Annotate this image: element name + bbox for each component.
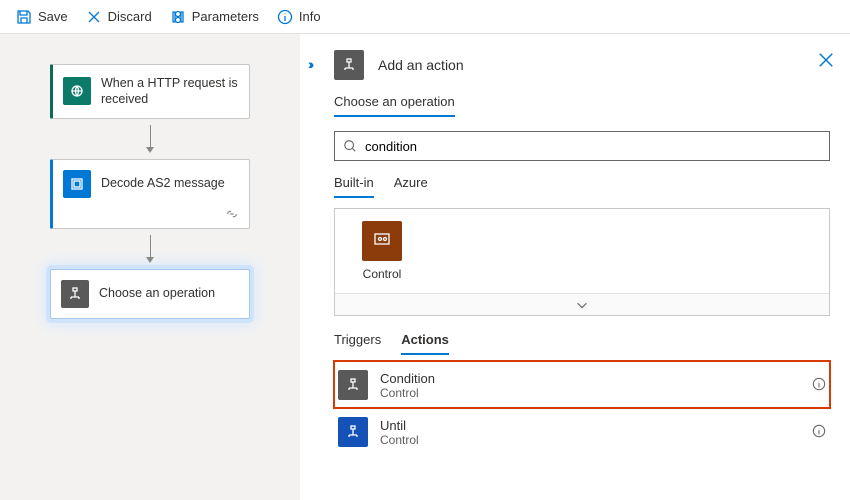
save-icon <box>16 9 32 25</box>
info-icon <box>277 9 293 25</box>
panel-icon <box>334 50 364 80</box>
placeholder-node-choose-operation[interactable]: Choose an operation <box>50 269 250 319</box>
collapse-panel-button[interactable]: ›› <box>308 56 311 72</box>
node-label: When a HTTP request is received <box>101 75 239 108</box>
node-label: Decode AS2 message <box>101 175 225 191</box>
as2-icon <box>63 170 91 198</box>
save-label: Save <box>38 9 68 24</box>
chevron-down-icon <box>575 298 589 312</box>
node-label: Choose an operation <box>99 285 215 301</box>
discard-button[interactable]: Discard <box>78 5 160 29</box>
close-icon <box>816 50 836 70</box>
action-subtitle: Control <box>380 386 435 400</box>
action-info-button[interactable] <box>812 424 826 441</box>
action-node-decode-as2[interactable]: Decode AS2 message <box>50 159 250 229</box>
info-icon <box>812 377 826 391</box>
http-icon <box>63 77 91 105</box>
tab-triggers[interactable]: Triggers <box>334 332 381 355</box>
connector-control[interactable]: Control <box>347 221 417 281</box>
control-icon <box>362 221 402 261</box>
action-subtitle: Control <box>380 433 419 447</box>
action-title: Condition <box>380 371 435 386</box>
designer-canvas[interactable]: When a HTTP request is received Decode A… <box>0 34 300 500</box>
search-box[interactable] <box>334 131 830 161</box>
search-input[interactable] <box>365 139 821 154</box>
panel-title: Add an action <box>378 57 464 73</box>
info-button[interactable]: Info <box>269 5 329 29</box>
tab-actions[interactable]: Actions <box>401 332 449 355</box>
discard-label: Discard <box>108 9 152 24</box>
connector-label: Control <box>347 267 417 281</box>
action-item-until[interactable]: Until Control <box>334 408 830 455</box>
toolbar: Save Discard Parameters Info <box>0 0 850 34</box>
tab-azure[interactable]: Azure <box>394 175 428 198</box>
tab-builtin[interactable]: Built-in <box>334 175 374 198</box>
action-info-button[interactable] <box>812 377 826 394</box>
link-icon <box>53 208 249 224</box>
connector-category-tabs: Built-in Azure <box>334 175 830 198</box>
save-button[interactable]: Save <box>8 5 76 29</box>
parameters-icon <box>170 9 186 25</box>
parameters-button[interactable]: Parameters <box>162 5 267 29</box>
operation-icon <box>61 280 89 308</box>
info-icon <box>812 424 826 438</box>
trigger-node-http-request[interactable]: When a HTTP request is received <box>50 64 250 119</box>
expand-connectors-button[interactable] <box>335 293 829 315</box>
connector-list: Control <box>334 208 830 316</box>
panel-subtitle: Choose an operation <box>334 94 455 117</box>
action-title: Until <box>380 418 419 433</box>
parameters-label: Parameters <box>192 9 259 24</box>
until-icon <box>338 417 368 447</box>
close-panel-button[interactable] <box>816 50 836 73</box>
discard-icon <box>86 9 102 25</box>
trigger-action-tabs: Triggers Actions <box>334 332 830 355</box>
condition-icon <box>338 370 368 400</box>
search-icon <box>343 139 357 153</box>
action-panel: ›› Add an action Choose an operation Bui… <box>300 34 850 500</box>
action-item-condition[interactable]: Condition Control <box>334 361 830 408</box>
